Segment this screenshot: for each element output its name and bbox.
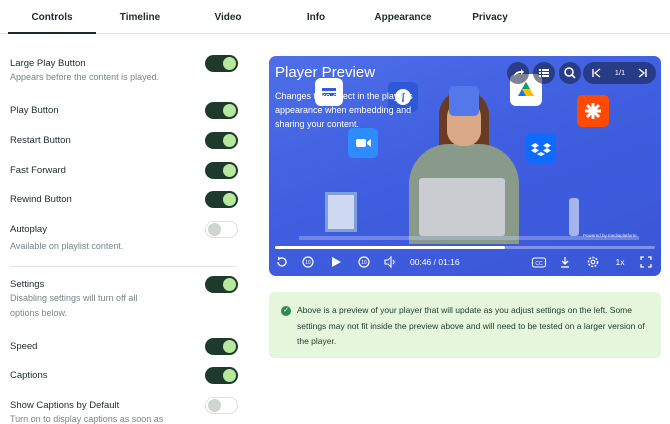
setting-label: Play Button <box>10 105 59 116</box>
setting-label: Show Captions by Default <box>10 400 120 411</box>
zapier-icon <box>577 95 609 127</box>
search-icon[interactable] <box>559 62 581 84</box>
setting-description: Disabling settings will turn off all opt… <box>10 293 138 318</box>
fast-forward-toggle[interactable] <box>205 162 238 179</box>
player-watermark: Powered by mediaplatform <box>583 233 637 238</box>
rewind-button-toggle[interactable] <box>205 191 238 208</box>
tab-timeline[interactable]: Timeline <box>100 0 180 34</box>
skip-previous-icon[interactable] <box>587 62 607 84</box>
toggle-knob <box>223 369 236 382</box>
captions-toggle[interactable] <box>205 367 238 384</box>
toggle-knob <box>208 223 221 236</box>
skip-next-icon[interactable] <box>632 62 652 84</box>
large-play-button-toggle[interactable] <box>205 55 238 72</box>
tab-appearance[interactable]: Appearance <box>362 0 444 34</box>
timecode: 00:46 / 01:16 <box>410 257 460 267</box>
autoplay-toggle[interactable] <box>205 221 238 238</box>
svg-text:CC: CC <box>535 261 543 267</box>
player-title: Player Preview <box>275 64 376 81</box>
setting-play-button: Play Button <box>10 102 238 122</box>
zoom-icon <box>348 128 378 158</box>
volume-icon[interactable] <box>383 255 397 269</box>
toggle-knob <box>223 278 236 291</box>
tab-info[interactable]: Info <box>290 0 342 34</box>
setting-speed: Speed <box>10 338 238 358</box>
setting-settings: Settings Disabling settings will turn of… <box>10 276 238 323</box>
setting-captions: Captions <box>10 367 238 387</box>
toggle-knob <box>208 399 221 412</box>
download-icon[interactable] <box>558 255 572 269</box>
setting-label: Fast Forward <box>10 165 66 176</box>
settings-tabs: Controls Timeline Video Info Appearance … <box>0 0 670 34</box>
setting-large-play-button: Large Play Button Appears before the con… <box>10 55 238 88</box>
restart-icon[interactable] <box>275 255 289 269</box>
setting-label: Large Play Button <box>10 58 86 69</box>
tab-video[interactable]: Video <box>190 0 266 34</box>
setting-restart-button: Restart Button <box>10 132 238 152</box>
playlist-navigation: 1/1 <box>583 62 656 84</box>
progress-bar[interactable] <box>275 246 655 249</box>
toggle-knob <box>223 193 236 206</box>
setting-label: Captions <box>10 370 48 381</box>
notice-text: Above is a preview of your player that w… <box>297 305 645 346</box>
page-indicator: 1/1 <box>614 68 626 77</box>
setting-autoplay: Autoplay Available on playlist content. <box>10 221 238 254</box>
settings-toggle[interactable] <box>205 276 238 293</box>
player-description: Changes take effect in the player's appe… <box>275 91 413 129</box>
restart-button-toggle[interactable] <box>205 132 238 149</box>
rewind-seconds: 10 <box>305 260 311 266</box>
laptop <box>419 178 505 236</box>
show-captions-by-default-toggle[interactable] <box>205 397 238 414</box>
gear-icon[interactable] <box>586 255 600 269</box>
setting-fast-forward: Fast Forward <box>10 162 238 182</box>
playback-speed-button[interactable]: 1x <box>613 255 627 269</box>
fullscreen-icon[interactable] <box>639 255 653 269</box>
setting-label: Settings <box>10 279 45 290</box>
vase <box>569 198 579 236</box>
dropbox-icon <box>526 133 556 163</box>
tab-privacy[interactable]: Privacy <box>460 0 520 34</box>
forward-seconds: 10 <box>361 260 367 266</box>
preview-notice: ✓ Above is a preview of your player that… <box>269 292 661 358</box>
fast-forward-icon[interactable]: 10 <box>357 255 371 269</box>
toggle-knob <box>223 134 236 147</box>
tab-controls[interactable]: Controls <box>8 0 96 34</box>
rewind-icon[interactable]: 10 <box>301 255 315 269</box>
progress-fill <box>275 246 505 249</box>
section-divider <box>10 266 237 267</box>
play-button-toggle[interactable] <box>205 102 238 119</box>
share-icon[interactable] <box>507 62 529 84</box>
setting-show-captions-by-default: Show Captions by Default Turn on to disp… <box>10 397 238 424</box>
setting-description: Turn on to display captions as soon as <box>10 414 164 424</box>
picture-frame <box>325 192 357 232</box>
setting-label: Restart Button <box>10 135 71 146</box>
setting-label: Speed <box>10 341 38 352</box>
toggle-knob <box>223 164 236 177</box>
toggle-knob <box>223 340 236 353</box>
setting-description: Appears before the content is played. <box>10 72 160 82</box>
toggle-knob <box>223 57 236 70</box>
player-preview[interactable]: f Player Preview Changes take effect in … <box>269 56 661 276</box>
setting-label: Autoplay <box>10 224 47 235</box>
speed-toggle[interactable] <box>205 338 238 355</box>
check-circle-icon: ✓ <box>281 306 291 316</box>
closed-captions-icon[interactable]: CC <box>531 255 547 269</box>
app-tile-icon <box>449 86 479 116</box>
setting-label: Rewind Button <box>10 194 72 205</box>
setting-rewind-button: Rewind Button <box>10 191 238 211</box>
play-icon[interactable] <box>329 255 343 269</box>
setting-description: Available on playlist content. <box>10 241 124 251</box>
toggle-knob <box>223 104 236 117</box>
list-icon[interactable] <box>533 62 555 84</box>
